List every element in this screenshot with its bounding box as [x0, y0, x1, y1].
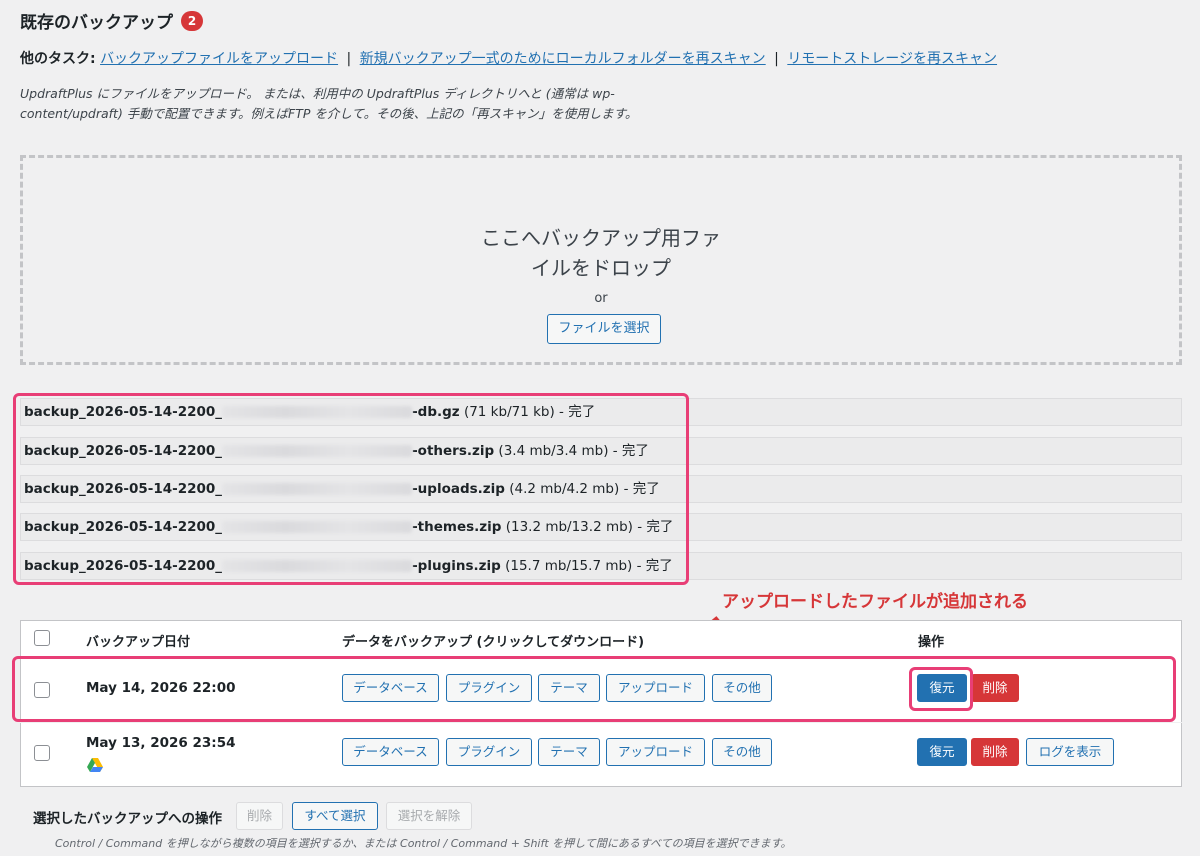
page-title-text: 既存のバックアップ	[20, 13, 173, 33]
column-header-data: データをバックアップ (クリックしてダウンロード)	[342, 635, 645, 650]
drop-zone-or: or	[594, 291, 608, 306]
bulk-actions-label: 選択したバックアップへの操作	[33, 811, 222, 827]
drop-zone-text: ここへバックアップ用ファ イルをドロップ	[23, 223, 1179, 283]
view-log-button[interactable]: ログを表示	[1026, 738, 1114, 766]
google-drive-icon	[87, 758, 103, 772]
upload-backup-files-link[interactable]: バックアップファイルをアップロード	[100, 51, 338, 67]
drop-zone-text-line1: ここへバックアップ用ファ	[481, 226, 721, 250]
separator: |	[346, 51, 352, 67]
select-all-button[interactable]: すべて選択	[292, 802, 378, 830]
row-checkbox[interactable]	[34, 745, 50, 761]
other-tasks-label: 他のタスク:	[20, 51, 96, 67]
restore-button[interactable]: 復元	[917, 738, 967, 766]
select-file-button[interactable]: ファイルを選択	[547, 314, 661, 344]
bulk-delete-button[interactable]: 削除	[236, 802, 283, 830]
column-header-date: バックアップ日付	[86, 635, 191, 650]
separator: |	[774, 51, 779, 67]
drop-zone-text-line2: イルをドロップ	[531, 256, 671, 280]
highlight-restore-button	[909, 667, 973, 711]
column-header-actions: 操作	[918, 635, 945, 650]
row-divider	[20, 722, 1182, 723]
backup-count-badge: 2	[181, 10, 203, 31]
deselect-button[interactable]: 選択を解除	[386, 802, 472, 830]
backup-date: May 13, 2026 23:54	[86, 735, 236, 751]
delete-button[interactable]: 削除	[971, 738, 1019, 766]
download-themes-button[interactable]: テーマ	[538, 738, 600, 766]
download-plugins-button[interactable]: プラグイン	[446, 738, 532, 766]
select-all-checkbox[interactable]	[34, 630, 50, 646]
download-database-button[interactable]: データベース	[342, 738, 439, 766]
other-tasks: 他のタスク: バックアップファイルをアップロード | 新規バックアップ一式のため…	[20, 48, 997, 68]
file-drop-zone[interactable]: ここへバックアップ用ファ イルをドロップ or ファイルを選択	[20, 155, 1182, 365]
download-uploads-button[interactable]: アップロード	[606, 738, 705, 766]
download-others-button[interactable]: その他	[712, 738, 772, 766]
upload-description: UpdraftPlus にファイルをアップロード。 または、利用中の Updra…	[20, 86, 638, 121]
rescan-remote-storage-link[interactable]: リモートストレージを再スキャン	[787, 51, 997, 67]
annotation-text: アップロードしたファイルが追加される	[722, 592, 1028, 612]
selection-hint: Control / Command を押しながら複数の項目を選択するか、または …	[55, 837, 792, 850]
page-title: 既存のバックアップ 2	[20, 8, 203, 33]
highlight-new-backup-row	[12, 656, 1176, 722]
rescan-local-folder-link[interactable]: 新規バックアップ一式のためにローカルフォルダーを再スキャン	[360, 51, 766, 67]
highlight-uploaded-files	[13, 393, 689, 585]
